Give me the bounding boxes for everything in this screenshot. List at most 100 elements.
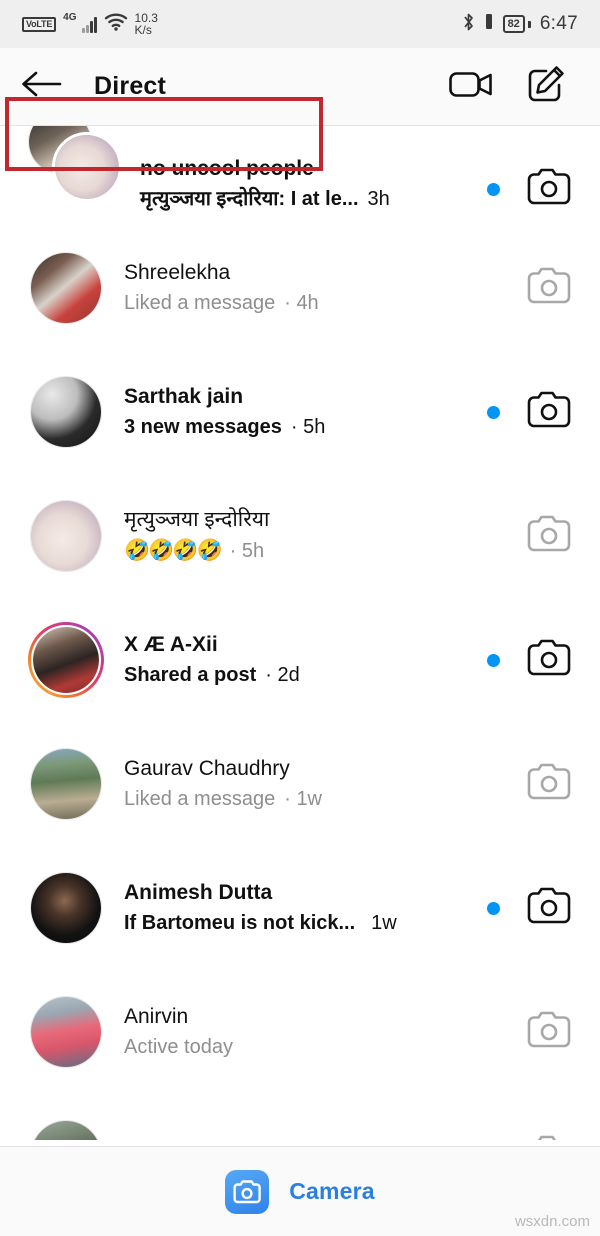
list-item-actions bbox=[487, 167, 600, 212]
battery-cap-icon bbox=[527, 20, 531, 28]
network-type-label: 4G bbox=[63, 12, 77, 23]
conversation-subtitle: Shared a post · 2d bbox=[124, 662, 487, 688]
conversation-preview: Active today bbox=[124, 1035, 233, 1058]
list-item-actions bbox=[487, 762, 600, 807]
conversation-subtitle: 3 new messages · 5h bbox=[124, 414, 487, 440]
list-item[interactable]: मृत्युञ्जया इन्दोरिया 🤣🤣🤣🤣 · 5h bbox=[0, 474, 600, 598]
conversation-list[interactable]: no uncool people मृत्युञ्जया इन्दोरिया: … bbox=[0, 126, 600, 1140]
conversation-name: Gaurav Chaudhry bbox=[124, 757, 290, 781]
clock-label: 6:47 bbox=[539, 13, 578, 34]
conversation-time: 3h bbox=[367, 188, 390, 210]
conversation-name: no uncool people bbox=[140, 157, 314, 181]
conversation-name: मृत्युञ्जया इन्दोरिया bbox=[124, 508, 270, 532]
camera-icon[interactable] bbox=[526, 762, 572, 807]
list-item-text: X Æ A-Xii Shared a post · 2d bbox=[104, 632, 487, 688]
avatar-wrap bbox=[28, 1118, 104, 1140]
conversation-subtitle: If Bartomeu is not kick... 1w bbox=[124, 910, 487, 936]
avatar-wrap bbox=[28, 746, 104, 822]
conversation-subtitle: Liked a message · 1w bbox=[124, 786, 487, 812]
list-item[interactable]: Shreelekha Liked a message · 4h bbox=[0, 226, 600, 350]
wifi-icon bbox=[104, 12, 128, 36]
unread-dot bbox=[487, 901, 500, 915]
status-bar: VoLTE 4G 10.3 K/s 82 6:47 bbox=[0, 0, 600, 48]
avatar-with-story-ring[interactable] bbox=[28, 622, 104, 698]
camera-label: Camera bbox=[289, 1178, 375, 1204]
list-item-actions bbox=[487, 638, 600, 683]
list-item-text: no uncool people मृत्युञ्जया इन्दोरिया: … bbox=[120, 156, 487, 212]
list-item-text: Sarthak jain 3 new messages · 5h bbox=[104, 384, 487, 440]
conversation-name: Sarthak jain bbox=[124, 385, 244, 409]
camera-icon[interactable] bbox=[526, 886, 572, 931]
conversation-preview: Shared a post bbox=[124, 663, 257, 686]
avatar bbox=[30, 872, 102, 944]
video-camera-icon[interactable] bbox=[448, 67, 494, 106]
list-item-actions bbox=[487, 1134, 600, 1140]
list-item-text: Animesh Dutta If Bartomeu is not kick...… bbox=[104, 880, 487, 936]
status-bar-right: 82 6:47 bbox=[462, 12, 578, 37]
bluetooth-icon bbox=[462, 12, 475, 37]
conversation-preview: Liked a message bbox=[124, 787, 276, 810]
conversation-preview: If Bartomeu is not kick... bbox=[124, 911, 356, 934]
conversation-preview: 🤣🤣🤣🤣 bbox=[124, 539, 223, 563]
avatar-wrap bbox=[28, 870, 104, 946]
signal-bar-icon bbox=[484, 12, 494, 36]
conversation-time: 1w bbox=[371, 911, 397, 934]
avatar-wrap bbox=[28, 250, 104, 326]
avatar-wrap bbox=[28, 374, 104, 450]
avatar bbox=[30, 252, 102, 324]
camera-icon[interactable] bbox=[526, 1010, 572, 1055]
conversation-preview: मृत्युञ्जया इन्दोरिया: I at le... bbox=[140, 188, 359, 210]
avatar-wrap bbox=[28, 498, 104, 574]
camera-icon[interactable] bbox=[526, 514, 572, 559]
avatar bbox=[30, 996, 102, 1068]
avatar bbox=[30, 376, 102, 448]
list-item[interactable]: Gaurav Chaudhry Liked a message · 1w bbox=[0, 722, 600, 846]
conversation-name: Animesh Dutta bbox=[124, 881, 273, 905]
status-bar-left: VoLTE 4G 10.3 K/s bbox=[22, 12, 158, 36]
list-item-actions bbox=[487, 514, 600, 559]
conversation-subtitle: 🤣🤣🤣🤣 · 5h bbox=[124, 537, 487, 564]
list-item[interactable]: no uncool people मृत्युञ्जया इन्दोरिया: … bbox=[0, 126, 600, 226]
avatar-wrap bbox=[28, 622, 104, 698]
back-button[interactable] bbox=[10, 68, 72, 105]
list-item[interactable]: X Æ A-Xii Shared a post · 2d bbox=[0, 598, 600, 722]
list-item-actions bbox=[487, 390, 600, 435]
conversation-time: · 4h bbox=[284, 291, 319, 314]
list-item[interactable]: Anirvin Active today bbox=[0, 970, 600, 1094]
camera-icon[interactable] bbox=[526, 638, 572, 683]
conversation-name: X Æ A-Xii bbox=[124, 633, 218, 657]
conversation-name: Anirvin bbox=[124, 1005, 189, 1029]
battery-level-label: 82 bbox=[502, 15, 525, 33]
conversation-time: · 5h bbox=[229, 540, 265, 563]
avatar-wrap bbox=[28, 994, 104, 1070]
avatar bbox=[52, 132, 122, 202]
volte-icon: VoLTE bbox=[22, 16, 57, 32]
list-item-text: Shreelekha Liked a message · 4h bbox=[104, 260, 487, 316]
camera-icon[interactable] bbox=[526, 390, 572, 435]
avatar bbox=[30, 1120, 102, 1140]
list-item[interactable]: Animesh Dutta If Bartomeu is not kick...… bbox=[0, 846, 600, 970]
phone-screen: VoLTE 4G 10.3 K/s 82 6:47 Direct no unco… bbox=[0, 0, 600, 1236]
conversation-subtitle: Liked a message · 4h bbox=[124, 290, 487, 316]
app-header: Direct bbox=[0, 48, 600, 171]
bottom-camera-bar[interactable]: Camera bbox=[0, 1146, 600, 1236]
page-title: Direct bbox=[94, 72, 167, 100]
network-speed: 10.3 K/s bbox=[135, 12, 158, 36]
camera-icon[interactable] bbox=[225, 1169, 270, 1214]
camera-icon[interactable] bbox=[526, 266, 572, 311]
camera-icon[interactable] bbox=[526, 1134, 572, 1140]
camera-icon[interactable] bbox=[526, 167, 572, 212]
back-arrow-icon bbox=[19, 68, 63, 105]
list-item[interactable]: Sarthak jain 3 new messages · 5h bbox=[0, 350, 600, 474]
conversation-preview: Liked a message bbox=[124, 291, 276, 314]
conversation-subtitle: मृत्युञ्जया इन्दोरिया: I at le... 3h bbox=[140, 186, 487, 212]
list-item-text: मृत्युञ्जया इन्दोरिया 🤣🤣🤣🤣 · 5h bbox=[104, 507, 487, 564]
compose-pencil-icon[interactable] bbox=[526, 64, 566, 109]
conversation-time: · 2d bbox=[265, 663, 300, 686]
list-item-actions bbox=[487, 886, 600, 931]
conversation-time: · 1w bbox=[284, 787, 323, 810]
list-item[interactable]: Rohan Raj bbox=[0, 1094, 600, 1140]
avatar bbox=[30, 500, 102, 572]
list-item-actions bbox=[487, 1010, 600, 1055]
watermark: wsxdn.com bbox=[514, 1213, 590, 1230]
